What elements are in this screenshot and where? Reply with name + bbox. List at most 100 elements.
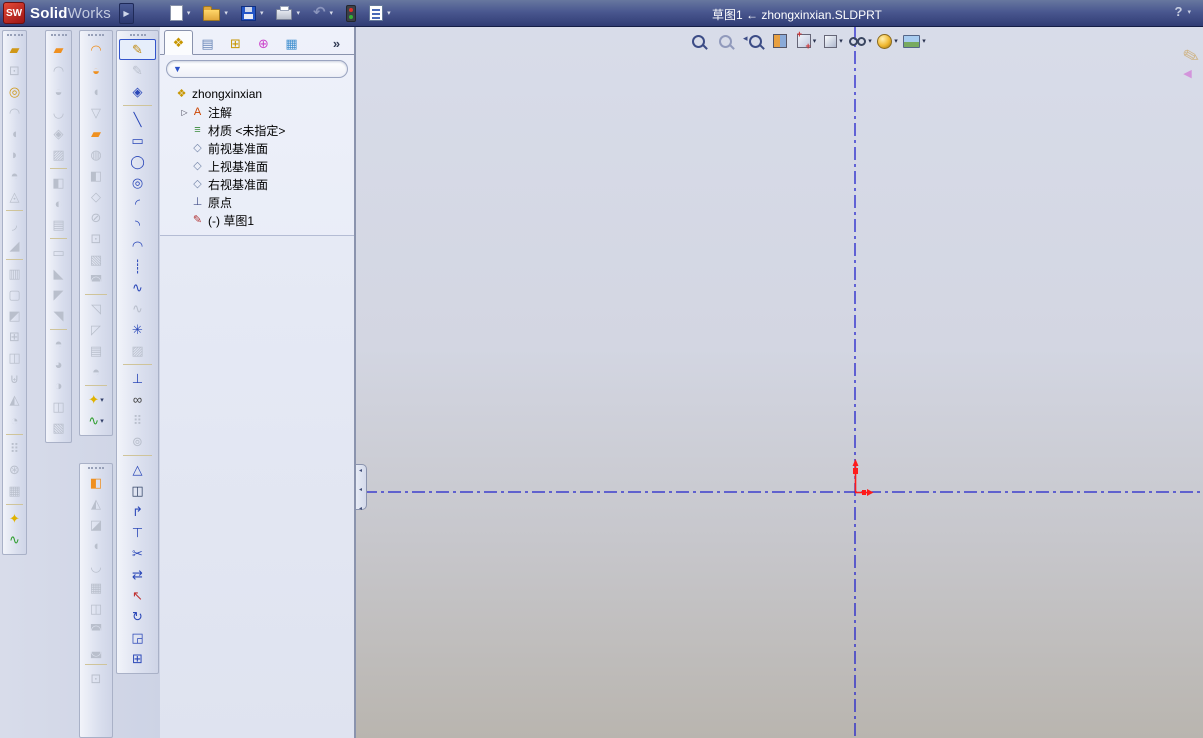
revolved-surface-button[interactable]: ◒ (80, 60, 112, 81)
dome-button[interactable]: ◓ (3, 165, 26, 186)
open-button[interactable]: ▾ (201, 2, 230, 24)
planar-surface-button[interactable]: ▭ (46, 242, 71, 263)
dropdown-arrow[interactable]: ▾ (296, 9, 300, 17)
dropdown-arrow[interactable]: ▾ (839, 37, 843, 45)
replace-face-button[interactable]: ⊡ (80, 228, 112, 249)
radiate-surface-button[interactable]: ◐ (46, 193, 71, 214)
area-hatch-button[interactable]: ▨ (117, 340, 158, 361)
tab-displaymanager[interactable]: ▦ (278, 33, 305, 54)
knit-surface-button[interactable]: ▤ (46, 214, 71, 235)
dropdown-arrow[interactable]: ▾ (387, 9, 391, 17)
parting-surfaces-button[interactable]: ▦ (80, 577, 112, 598)
save-button[interactable]: ▾ (239, 2, 266, 24)
three-point-arc-button[interactable]: ◠ (117, 235, 158, 256)
extruded-cut-button[interactable]: ⊡ (3, 60, 26, 81)
help-button[interactable]: ? ▾ (1175, 4, 1191, 19)
wrap-button[interactable]: ◬ (3, 186, 26, 207)
display-relations-button[interactable]: ∞ (117, 389, 158, 410)
tangent-arc-button[interactable]: ◝ (117, 214, 158, 235)
dropdown-arrow[interactable]: ▾ (868, 37, 872, 45)
combine-button[interactable]: ⊎ (3, 368, 26, 389)
convert-entities-button[interactable]: ↱ (117, 501, 158, 522)
zoom-to-fit-button[interactable] (686, 30, 711, 52)
toolbar-grip[interactable] (50, 34, 67, 36)
tree-item-front-plane[interactable]: ◇ 前视基准面 (160, 139, 354, 157)
extend-surface-button[interactable]: ◹ (80, 298, 112, 319)
sketch-origin[interactable] (852, 459, 874, 496)
lofted-surface-button[interactable]: ◖ (80, 81, 112, 102)
cut-with-surface-button[interactable]: ◑ (46, 375, 71, 396)
dropdown-arrow[interactable]: ▾ (100, 417, 104, 425)
tab-propertymanager[interactable]: ▤ (194, 33, 221, 54)
curves-button[interactable]: ∿ (3, 529, 26, 550)
thicken-button[interactable]: ◓ (80, 361, 112, 382)
revolved-boss-button[interactable]: ◎ (3, 81, 26, 102)
spline-button[interactable]: ∿ (117, 277, 158, 298)
ellipse-button[interactable]: ◎ (117, 172, 158, 193)
mirror-button[interactable]: ◫ (3, 347, 26, 368)
planar-surface-button[interactable]: ▰ (80, 123, 112, 144)
shell-button[interactable]: ▢ (3, 284, 26, 305)
hide-show-items-button[interactable]: ▾ (848, 30, 873, 52)
tooling-split-button[interactable]: ◫ (80, 598, 112, 619)
scale-entities-button[interactable]: ◲ (117, 627, 158, 648)
dropdown-arrow[interactable]: ▾ (100, 396, 104, 404)
lofted-boss-button[interactable]: ◠ (3, 102, 26, 123)
zoom-to-area-button[interactable] (713, 30, 738, 52)
tree-item-origin[interactable]: ⊥ 原点 (160, 193, 354, 211)
dropdown-arrow[interactable]: ▾ (224, 9, 228, 17)
tree-item-top-plane[interactable]: ◇ 上视基准面 (160, 157, 354, 175)
chamfer-button[interactable]: ◢ (3, 235, 26, 256)
reference-geometry-button[interactable]: ✦ ▾ (80, 389, 112, 410)
apply-scene-button[interactable]: ▾ (902, 30, 927, 52)
line-button[interactable]: ╲ (117, 109, 158, 130)
draft-analysis-button[interactable]: ◭ (80, 493, 112, 514)
core-button[interactable]: ◚ (80, 619, 112, 640)
graphics-viewport[interactable]: ▾ ▾ ▾ ▾ ▾ ✎ ◀ (356, 27, 1203, 738)
undo-button[interactable]: ▾ (311, 2, 335, 24)
mold-folder-button[interactable]: ⊡ (80, 668, 112, 689)
dropdown-arrow[interactable]: ▾ (260, 9, 264, 17)
menu-expand-arrow-icon[interactable]: ▶ (118, 2, 134, 24)
spline-on-surface-button[interactable]: ∿ (117, 298, 158, 319)
rib-button[interactable]: ▥ (3, 263, 26, 284)
tree-item-right-plane[interactable]: ◇ 右视基准面 (160, 175, 354, 193)
toolbar-grip[interactable] (88, 467, 104, 469)
fillet-button[interactable]: ◞ (3, 214, 26, 235)
swept-surface-button[interactable]: ◠ (46, 60, 71, 81)
rotate-entities-button[interactable]: ↻ (117, 606, 158, 627)
boundary-surface-button[interactable]: ▽ (80, 102, 112, 123)
dropdown-arrow[interactable]: ▾ (330, 9, 334, 17)
freeform-button[interactable]: ▨ (46, 144, 71, 165)
centerpoint-arc-button[interactable]: ◜ (117, 193, 158, 214)
confirmation-corner[interactable]: ✎ ◀ (1181, 44, 1203, 80)
tree-item-material[interactable]: ≡ 材质 <未指定> (160, 121, 354, 139)
move-copy-body-button[interactable]: ▦ (3, 480, 26, 501)
centerline-button[interactable]: ┊ (117, 256, 158, 277)
replace-face-button[interactable]: ▧ (46, 417, 71, 438)
tree-filter-input[interactable] (185, 62, 341, 76)
sketch-button[interactable]: ✎ (119, 39, 156, 60)
boundary-surface-button[interactable]: ◈ (46, 123, 71, 144)
ruled-surface-button[interactable]: ◇ (80, 186, 112, 207)
offset-surface-button[interactable]: ◧ (80, 165, 112, 186)
mirror-entities-button[interactable]: ◫ (117, 480, 158, 501)
swept-surface-button[interactable]: ◠ (80, 39, 112, 60)
extruded-boss-button[interactable]: ▰ (3, 39, 26, 60)
add-relation-button[interactable]: ⊥ (117, 368, 158, 389)
sketch-3d-button[interactable]: ✎ (117, 60, 158, 81)
offset-surface-button[interactable]: ◧ (46, 172, 71, 193)
linear-sketch-pattern-button[interactable]: ⠿ (117, 410, 158, 431)
dropdown-arrow[interactable]: ▾ (922, 37, 926, 45)
intersect-button[interactable]: ◭ (3, 389, 26, 410)
delete-face-button[interactable]: ⊘ (80, 207, 112, 228)
linear-pattern-button[interactable]: ⠿ (3, 438, 26, 459)
toolbar-grip[interactable] (129, 34, 146, 36)
split-line-button[interactable]: ◧ (80, 472, 112, 493)
curves-button[interactable]: ∿ ▾ (80, 410, 112, 431)
tree-item-sketch1[interactable]: ✎ (-) 草图1 (160, 211, 354, 229)
filled-surface-button[interactable]: ◍ (80, 144, 112, 165)
trim-entities-button[interactable]: ✂ (117, 543, 158, 564)
tree-item-annotations[interactable]: ▷ A 注解 (160, 103, 354, 121)
circular-pattern-button[interactable]: ⊛ (3, 459, 26, 480)
